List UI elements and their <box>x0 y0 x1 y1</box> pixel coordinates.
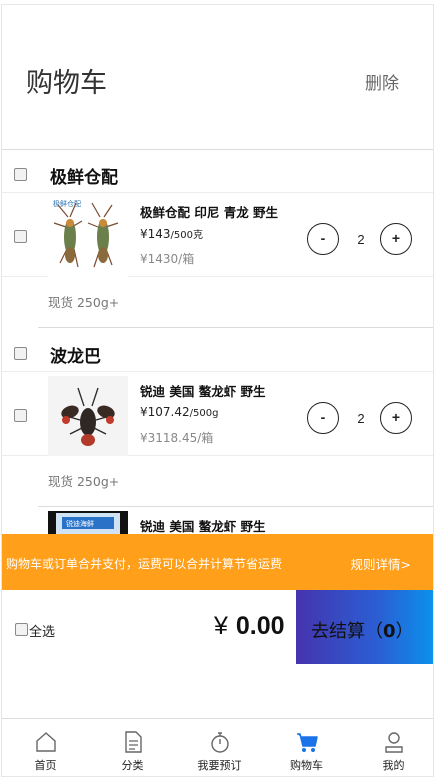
item-title[interactable]: 极鲜仓配 印尼 青龙 野生 <box>140 202 278 221</box>
item-checkbox[interactable] <box>14 230 27 243</box>
tab-booking[interactable]: 我要预订 <box>176 719 263 776</box>
page-title: 购物车 <box>26 68 107 99</box>
increment-button[interactable]: + <box>380 402 412 434</box>
stopwatch-icon <box>211 732 229 753</box>
shop-name: 极鲜仓配 <box>50 168 118 188</box>
svg-text:极鲜仓配: 极鲜仓配 <box>53 199 81 208</box>
item-checkbox[interactable] <box>14 409 27 422</box>
header: 购物车 删除 <box>2 5 433 150</box>
item-spec: 现货 250g+ <box>48 474 120 489</box>
product-image[interactable] <box>48 376 128 456</box>
shop-checkbox[interactable] <box>14 347 27 360</box>
shop-name: 波龙巴 <box>50 347 101 367</box>
divider <box>38 327 433 328</box>
decrement-button[interactable]: - <box>307 223 339 255</box>
home-icon <box>36 732 56 752</box>
select-all-checkbox[interactable] <box>15 623 28 636</box>
tab-label: 购物车 <box>290 759 323 772</box>
package-image-icon: 锐迪海鲜 <box>56 513 120 535</box>
product-image[interactable]: 锐迪海鲜 <box>48 511 128 535</box>
user-icon <box>385 732 403 753</box>
shop-checkbox[interactable] <box>14 168 27 181</box>
banner-text: 购物车或订单合并支付，运费可以合并计算节省运费 <box>6 557 283 571</box>
rules-link[interactable]: 规则详情> <box>351 554 411 573</box>
shop-header: 波龙巴 <box>2 330 433 372</box>
checkout-bar: 全选 ¥0.00 去结算（0） <box>2 590 433 664</box>
item-price: ¥143/500克 <box>140 227 204 241</box>
tab-label: 首页 <box>34 759 57 772</box>
cart-item[interactable]: 锐迪海鲜 锐迪 美国 螯龙虾 野生 <box>2 507 433 535</box>
checkout-count: 0 <box>383 621 396 642</box>
lobster-image-icon <box>61 387 115 446</box>
tab-category[interactable]: 分类 <box>89 719 176 776</box>
item-title[interactable]: 锐迪 美国 螯龙虾 野生 <box>140 516 266 535</box>
item-spec: 现货 250g+ <box>48 295 120 310</box>
cart-item[interactable]: 锐迪 美国 螯龙虾 野生 ¥107.42/500g ¥3118.45/箱 - 2… <box>2 372 433 456</box>
tab-profile[interactable]: 我的 <box>350 719 433 776</box>
cart-icon <box>297 733 318 752</box>
shipping-banner: 购物车或订单合并支付，运费可以合并计算节省运费 规则详情> <box>2 534 433 590</box>
checkout-label[interactable]: 去结算（0） <box>311 617 414 643</box>
item-title[interactable]: 锐迪 美国 螯龙虾 野生 <box>140 381 266 400</box>
document-icon <box>125 731 142 753</box>
tab-cart[interactable]: 购物车 <box>263 719 350 776</box>
tab-home[interactable]: 首页 <box>2 719 89 776</box>
select-all-label[interactable]: 全选 <box>29 621 55 640</box>
total-amount: ¥0.00 <box>214 612 285 640</box>
increment-button[interactable]: + <box>380 223 412 255</box>
checkout-button[interactable]: 去结算（0） <box>296 590 433 664</box>
quantity-value: 2 <box>357 411 365 426</box>
cart-list[interactable]: 极鲜仓配 极鲜仓配 极鲜仓配 印尼 青龙 野生 ¥143/500克 ¥1430/… <box>2 151 433 535</box>
item-box-price: ¥1430/箱 <box>140 252 195 266</box>
item-price: ¥107.42/500g <box>140 405 219 419</box>
cart-screen: 购物车 删除 极鲜仓配 极鲜仓配 极鲜仓配 印尼 青龙 野生 ¥143/500克… <box>1 4 434 777</box>
tab-label: 我要预订 <box>197 759 242 772</box>
tab-bar: 首页 分类 我要预订 购物车 我的 <box>2 718 433 776</box>
item-box-price: ¥3118.45/箱 <box>140 431 214 445</box>
svg-text:锐迪海鲜: 锐迪海鲜 <box>66 519 94 528</box>
lobster-image-icon: 极鲜仓配 <box>53 199 119 268</box>
cart-item[interactable]: 极鲜仓配 极鲜仓配 印尼 青龙 野生 ¥143/500克 ¥1430/箱 - 2 <box>2 193 433 277</box>
quantity-value: 2 <box>357 232 365 247</box>
item-spec-row: 现货 250g+ <box>2 278 433 328</box>
item-spec-row: 现货 250g+ <box>2 457 433 507</box>
delete-button[interactable]: 删除 <box>365 69 399 94</box>
tab-label: 我的 <box>382 759 405 772</box>
shop-header: 极鲜仓配 <box>2 151 433 193</box>
product-image[interactable]: 极鲜仓配 <box>48 197 128 277</box>
decrement-button[interactable]: - <box>307 402 339 434</box>
tab-label: 分类 <box>121 759 144 772</box>
